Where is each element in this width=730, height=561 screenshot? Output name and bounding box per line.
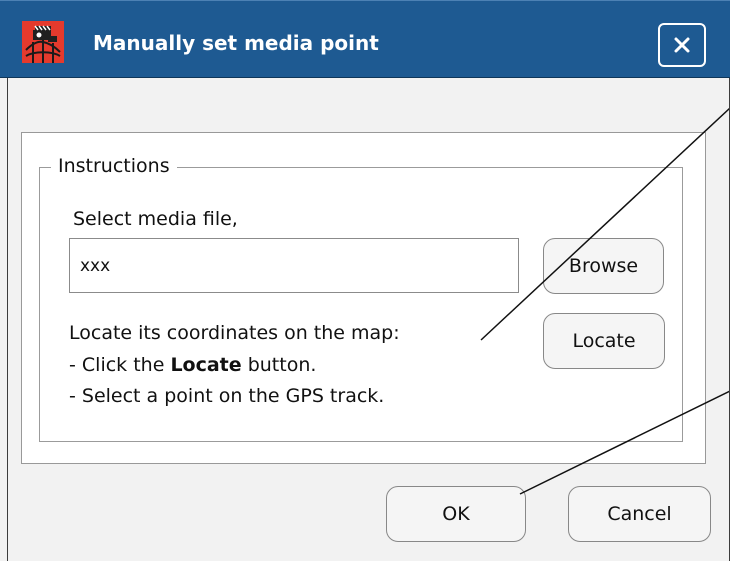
cancel-button[interactable]: Cancel (568, 486, 711, 542)
manual-media-point-dialog: Manually set media point Instructions Se… (0, 0, 730, 561)
instructions-legend: Instructions (51, 154, 177, 178)
media-file-input[interactable] (69, 238, 519, 293)
close-button[interactable] (658, 23, 706, 67)
title-bar: Manually set media point (0, 0, 730, 78)
locate-step-1: - Click the Locate button. (69, 354, 316, 376)
locate-step-1-suffix: button. (241, 354, 317, 376)
close-icon (674, 37, 690, 53)
locate-button[interactable]: Locate (543, 313, 665, 369)
locate-instructions-heading: Locate its coordinates on the map: (69, 322, 400, 344)
movie-camera-globe-icon (22, 21, 64, 63)
browse-button[interactable]: Browse (543, 238, 664, 294)
locate-step-2: - Select a point on the GPS track. (69, 385, 385, 407)
locate-step-1-strong: Locate (170, 354, 242, 376)
dialog-title: Manually set media point (93, 31, 379, 55)
select-media-label: Select media file, (73, 208, 238, 230)
ok-button[interactable]: OK (386, 486, 526, 542)
locate-step-1-prefix: - Click the (69, 354, 171, 376)
